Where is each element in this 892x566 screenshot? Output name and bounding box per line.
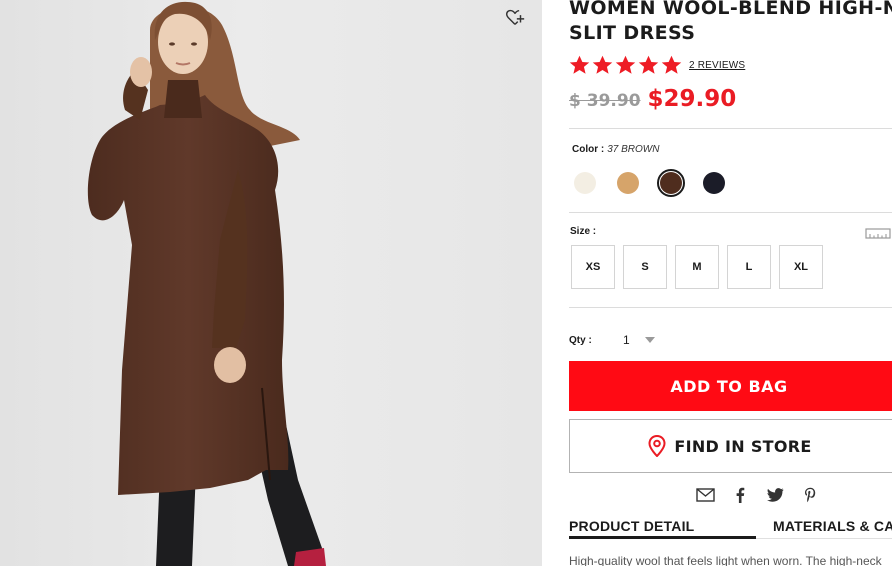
pinterest-share-button[interactable]: [800, 485, 820, 505]
product-title-line-1: WOMEN WOOL-BLEND HIGH-NECK: [569, 0, 892, 19]
divider: [569, 128, 892, 129]
size-xl-button[interactable]: XL: [779, 245, 823, 289]
size-label: Size :: [570, 226, 597, 237]
add-to-bag-button[interactable]: ADD TO BAG: [569, 361, 892, 411]
size-options: XS S M L XL: [571, 245, 823, 289]
swatch-dot: [660, 172, 682, 194]
star-rating: [569, 55, 682, 75]
size-xs-button[interactable]: XS: [571, 245, 615, 289]
share-links: [695, 485, 820, 505]
sale-price: $29.90: [647, 86, 737, 112]
swatch-off-white[interactable]: [571, 169, 599, 197]
detail-tabs: PRODUCT DETAIL MATERIALS & CARE: [569, 515, 892, 541]
tab-materials-care[interactable]: MATERIALS & CARE: [773, 515, 892, 539]
divider: [569, 307, 892, 308]
twitter-icon: [766, 488, 784, 502]
product-image: [0, 0, 542, 566]
size-chart-button[interactable]: [865, 224, 891, 240]
star-icon: [592, 55, 613, 74]
find-in-store-button[interactable]: FIND IN STORE: [569, 419, 892, 473]
size-s-button[interactable]: S: [623, 245, 667, 289]
heart-plus-icon: [505, 9, 525, 25]
color-swatches: [571, 169, 728, 197]
quantity-label: Qty :: [569, 335, 592, 346]
divider: [569, 212, 892, 213]
color-label: Color :37 BROWN: [572, 144, 659, 155]
product-title: WOMEN WOOL-BLEND HIGH-NECK SLIT DRESS: [569, 0, 892, 46]
swatch-brown[interactable]: [657, 169, 685, 197]
original-price: $ 39.90: [569, 91, 641, 111]
swatch-dot: [574, 172, 596, 194]
size-m-button[interactable]: M: [675, 245, 719, 289]
rating: 2 REVIEWS: [569, 55, 745, 75]
color-label-text: Color :: [572, 144, 605, 155]
swatch-beige[interactable]: [614, 169, 642, 197]
product-title-line-2: SLIT DRESS: [569, 22, 696, 44]
email-share-button[interactable]: [695, 485, 715, 505]
tab-product-detail[interactable]: PRODUCT DETAIL: [569, 515, 756, 539]
product-description: High-quality wool that feels light when …: [569, 554, 882, 566]
price: $ 39.90 $29.90: [569, 86, 736, 112]
product-info-panel: WOMEN WOOL-BLEND HIGH-NECK SLIT DRESS 2 …: [569, 0, 892, 566]
reviews-link[interactable]: 2 REVIEWS: [689, 60, 745, 71]
chevron-down-icon: [644, 337, 655, 343]
selected-color-value: 37 BROWN: [607, 144, 660, 155]
star-icon: [615, 55, 636, 74]
star-icon: [661, 55, 682, 74]
twitter-share-button[interactable]: [765, 485, 785, 505]
model-photo: [87, 1, 326, 566]
facebook-share-button[interactable]: [730, 485, 750, 505]
quantity-value: 1: [623, 333, 630, 347]
wishlist-button[interactable]: [504, 6, 530, 32]
size-l-button[interactable]: L: [727, 245, 771, 289]
pinterest-icon: [805, 487, 816, 503]
ruler-icon: [865, 228, 891, 239]
find-in-store-label: FIND IN STORE: [674, 436, 812, 456]
quantity-select[interactable]: 1: [623, 330, 665, 350]
location-pin-icon: [648, 435, 666, 457]
email-icon: [695, 488, 715, 502]
star-icon: [638, 55, 659, 74]
swatch-dot: [617, 172, 639, 194]
facebook-icon: [736, 487, 745, 503]
swatch-navy[interactable]: [700, 169, 728, 197]
swatch-dot: [703, 172, 725, 194]
star-icon: [569, 55, 590, 74]
